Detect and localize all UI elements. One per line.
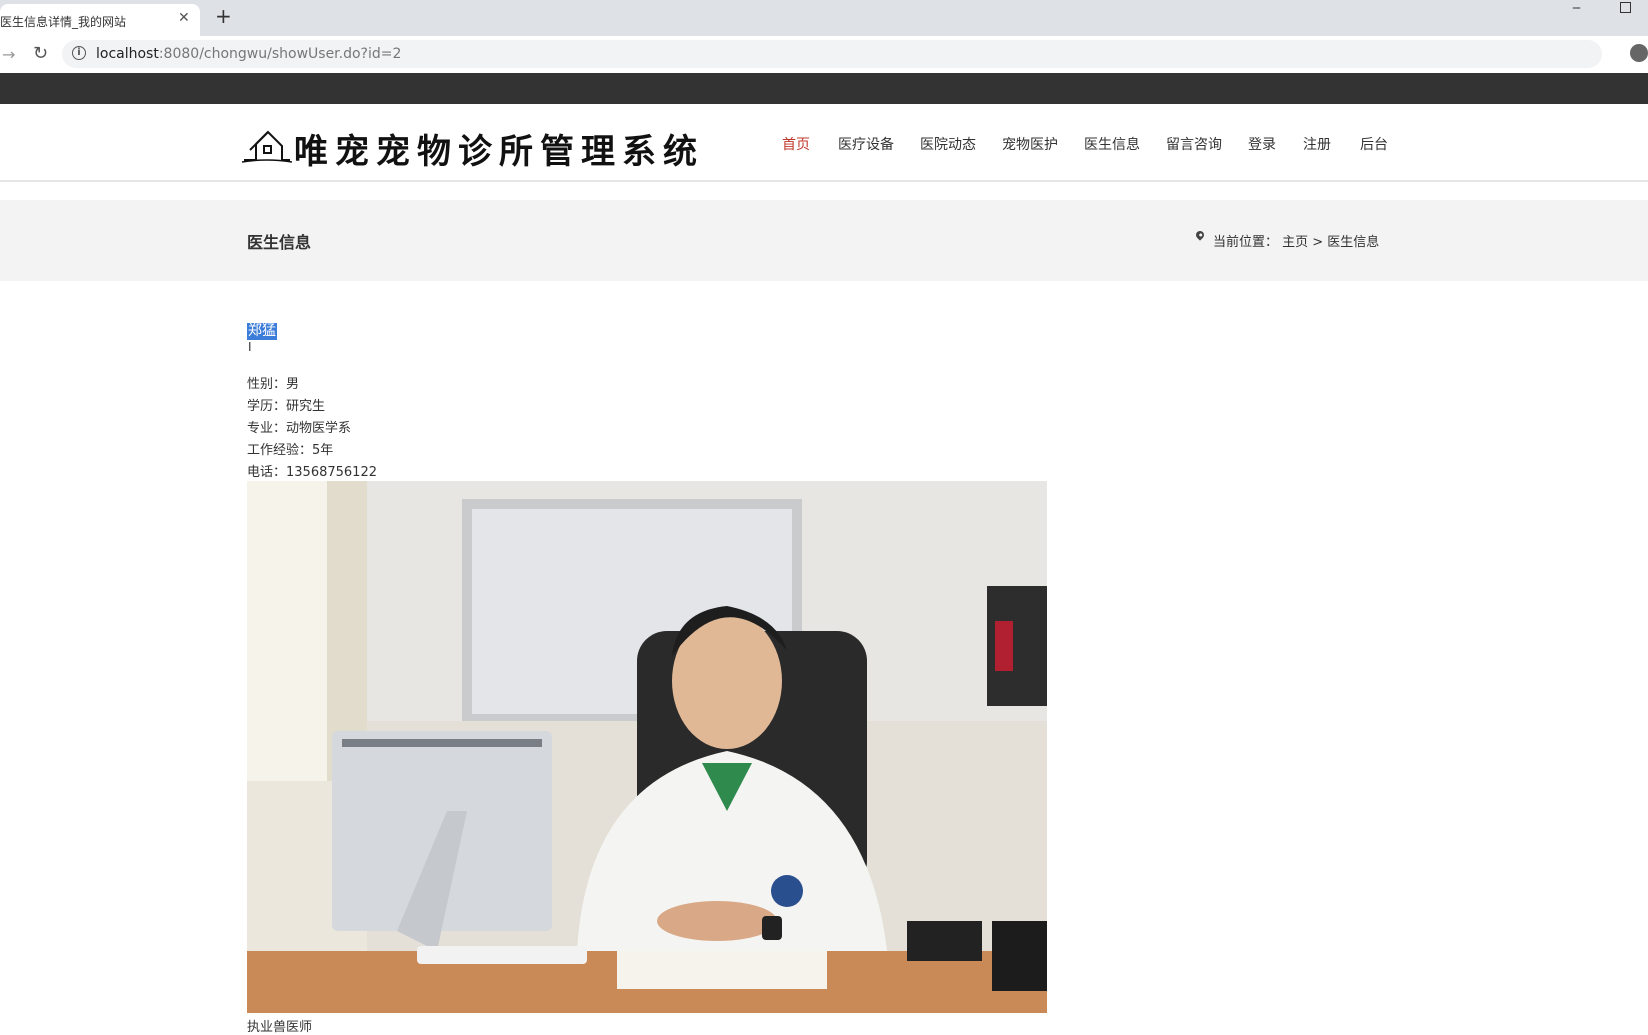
new-tab-button[interactable]: + <box>215 4 232 28</box>
doctor-experience: 工作经验：5年 <box>247 443 334 458</box>
tab-title: 医生信息详情_我的网站 <box>0 15 127 29</box>
doctor-detail: 郑猛 I 性别：男 学历：研究生 专业：动物医学系 工作经验：5年 电话：135… <box>247 320 1047 1035</box>
nav-home[interactable]: 首页 <box>782 134 810 154</box>
address-bar[interactable]: i localhost:8080/chongwu/showUser.do?id=… <box>62 40 1602 68</box>
url-text[interactable]: localhost:8080/chongwu/showUser.do?id=2 <box>96 46 401 62</box>
nav-pet-care[interactable]: 宠物医护 <box>1002 134 1058 154</box>
tab-close-icon[interactable]: ✕ <box>178 10 190 26</box>
doctor-title-caption: 执业兽医师 <box>247 1020 313 1035</box>
nav-doctor-info[interactable]: 医生信息 <box>1084 134 1140 154</box>
location-pin-icon <box>1194 229 1206 241</box>
browser-toolbar: → ↻ i localhost:8080/chongwu/showUser.do… <box>0 36 1648 74</box>
text-cursor-icon: I <box>248 340 252 354</box>
browser-tabstrip: 医生信息详情_我的网站 ✕ + ‒ <box>0 0 1648 36</box>
nav-consultation[interactable]: 留言咨询 <box>1166 134 1222 154</box>
doctor-phone: 电话：13568756122 <box>247 465 377 480</box>
page-title-banner: 医生信息 当前位置： 主页 > 医生信息 <box>0 200 1648 281</box>
doctor-gender: 性别：男 <box>247 377 300 392</box>
forward-arrow-icon[interactable]: → <box>2 45 15 64</box>
nav-hospital-news[interactable]: 医院动态 <box>920 134 976 154</box>
doctor-major: 专业：动物医学系 <box>247 421 352 436</box>
nav-medical-equipment[interactable]: 医疗设备 <box>838 134 894 154</box>
doctor-education: 学历：研究生 <box>247 399 326 414</box>
nav-register[interactable]: 注册 <box>1303 134 1331 154</box>
page-title: 医生信息 <box>247 233 312 252</box>
maximize-icon[interactable] <box>1620 2 1631 13</box>
main-nav: 首页 医疗设备 医院动态 宠物医护 医生信息 留言咨询 登录 注册 后台 <box>0 134 1648 158</box>
browser-tab[interactable]: 医生信息详情_我的网站 ✕ <box>0 4 200 36</box>
breadcrumb[interactable]: 当前位置： 主页 > 医生信息 <box>1213 231 1379 250</box>
profile-avatar-icon[interactable] <box>1630 44 1648 62</box>
nav-login[interactable]: 登录 <box>1248 134 1276 154</box>
minimize-icon[interactable]: ‒ <box>1572 0 1581 16</box>
info-icon[interactable]: i <box>72 46 86 60</box>
url-host: localhost <box>96 46 159 62</box>
top-dark-bar <box>0 73 1648 104</box>
nav-admin[interactable]: 后台 <box>1360 134 1388 154</box>
site-header: 唯宠宠物诊所管理系统 首页 医疗设备 医院动态 宠物医护 医生信息 留言咨询 登… <box>0 104 1648 182</box>
doctor-photo <box>247 481 1047 1013</box>
url-path: :8080/chongwu/showUser.do?id=2 <box>158 46 402 62</box>
doctor-name[interactable]: 郑猛 <box>247 323 277 340</box>
reload-icon[interactable]: ↻ <box>33 43 48 64</box>
